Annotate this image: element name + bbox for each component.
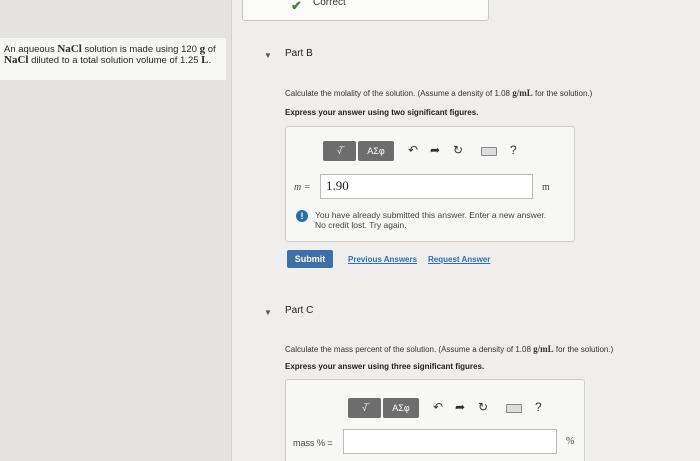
part-c-answer-input[interactable] xyxy=(343,429,557,454)
reset-icon[interactable]: ↻ xyxy=(453,143,463,157)
feedback-label: Correct xyxy=(313,0,346,8)
help-icon[interactable]: ? xyxy=(510,143,517,157)
undo-icon[interactable]: ↶ xyxy=(408,143,418,157)
part-c-answer-panel: √̅ AΣφ ↶ ➦ ↻ ? mass % = % xyxy=(285,379,585,461)
previous-answers-link[interactable]: Previous Answers xyxy=(348,255,417,264)
templates-button[interactable]: √̅ xyxy=(348,398,381,418)
keyboard-icon[interactable] xyxy=(506,404,522,413)
part-c-instruction: Express your answer using three signific… xyxy=(285,362,485,371)
undo-icon[interactable]: ↶ xyxy=(433,400,443,414)
part-b-toolbar: √̅ AΣφ ↶ ➦ ↻ ? xyxy=(323,141,543,161)
part-b-answer-input[interactable]: 1.90 xyxy=(320,174,533,199)
symbols-button[interactable]: AΣφ xyxy=(383,398,419,418)
problem-line-1: An aqueous NaCl solution is made using 1… xyxy=(4,43,216,56)
submit-button[interactable]: Submit xyxy=(287,250,333,268)
part-b-caret-icon[interactable]: ▼ xyxy=(264,51,272,60)
keyboard-icon[interactable] xyxy=(481,147,497,156)
problem-statement: An aqueous NaCl solution is made using 1… xyxy=(0,38,226,80)
part-c-toolbar: √̅ AΣφ ↶ ➦ ↻ ? xyxy=(348,398,568,418)
part-c-variable-label: mass % = xyxy=(293,438,333,448)
reset-icon[interactable]: ↻ xyxy=(478,400,488,414)
part-b-variable-label: m = xyxy=(294,182,311,193)
problem-sidebar: An aqueous NaCl solution is made using 1… xyxy=(0,0,232,461)
part-c-unit: % xyxy=(566,436,575,447)
part-b-warning: You have already submitted this answer. … xyxy=(315,210,547,230)
part-c-prompt: Calculate the mass percent of the soluti… xyxy=(285,344,614,354)
part-c-title[interactable]: Part C xyxy=(285,305,313,316)
part-b-answer-panel: √̅ AΣφ ↶ ➦ ↻ ? m = 1.90 m ! You have alr… xyxy=(285,126,575,242)
warning-icon: ! xyxy=(296,210,308,222)
request-answer-link[interactable]: Request Answer xyxy=(428,255,490,264)
help-icon[interactable]: ? xyxy=(535,400,542,414)
part-b-unit: m xyxy=(542,182,550,193)
check-icon: ✔ xyxy=(291,0,302,13)
feedback-correct: ✔ Correct xyxy=(242,0,489,21)
templates-button[interactable]: √̅ xyxy=(323,141,356,161)
problem-line-2: NaCl diluted to a total solution volume … xyxy=(4,54,212,67)
part-c-caret-icon[interactable]: ▼ xyxy=(264,308,272,317)
redo-icon[interactable]: ➦ xyxy=(455,400,465,414)
redo-icon[interactable]: ➦ xyxy=(430,143,440,157)
part-b-prompt: Calculate the molality of the solution. … xyxy=(285,88,593,98)
part-b-title[interactable]: Part B xyxy=(285,48,313,59)
symbols-button[interactable]: AΣφ xyxy=(358,141,394,161)
part-b-instruction: Express your answer using two significan… xyxy=(285,108,479,117)
